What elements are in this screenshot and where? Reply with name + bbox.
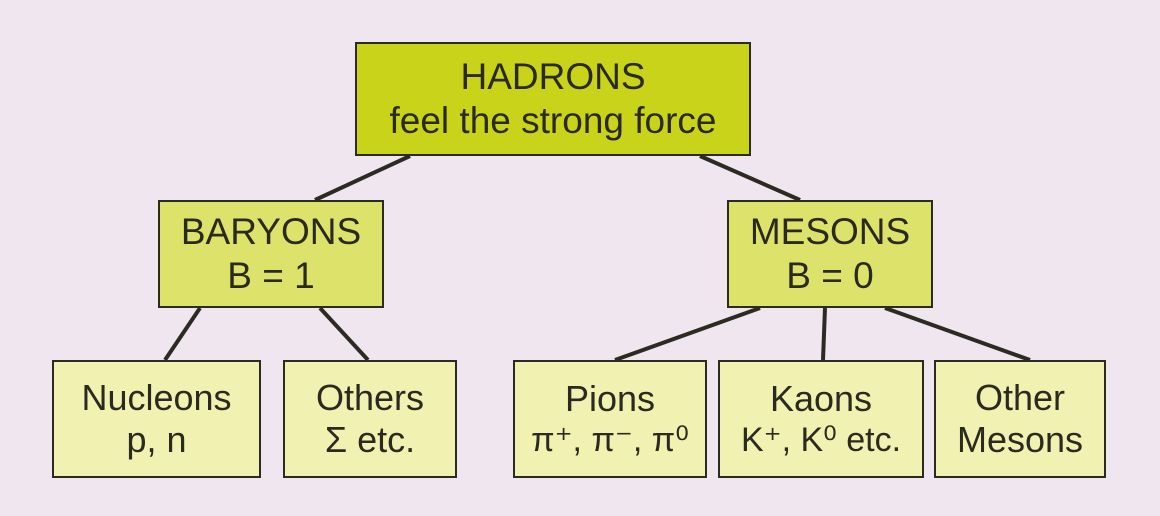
kaons-node: Kaons K⁺, K⁰ etc. — [718, 360, 924, 478]
nucleons-node: Nucleons p, n — [52, 360, 261, 478]
nucleons-title: Nucleons — [81, 376, 232, 418]
mesons-node: MESONS B = 0 — [727, 200, 933, 308]
pions-subtitle: π⁺, π⁻, π⁰ — [531, 421, 689, 460]
edge-hadrons-mesons — [699, 154, 801, 202]
hadrons-subtitle: feel the strong force — [389, 100, 717, 141]
edge-mesons-kaons — [821, 307, 827, 361]
others-title: Others — [315, 376, 425, 418]
nucleons-subtitle: p, n — [126, 419, 187, 460]
others-subtitle: Σ etc. — [324, 419, 416, 460]
edge-mesons-pions — [614, 306, 761, 362]
pions-title: Pions — [564, 377, 656, 419]
pions-node: Pions π⁺, π⁻, π⁰ — [513, 360, 707, 478]
kaons-title: Kaons — [769, 377, 873, 419]
mesons-subtitle: B = 0 — [786, 255, 874, 296]
other-mesons-title: Other — [974, 376, 1066, 418]
edge-mesons-other-mesons — [884, 306, 1031, 362]
baryons-title: BARYONS — [180, 211, 362, 253]
hadrons-node: HADRONS feel the strong force — [355, 42, 751, 156]
others-node: Others Σ etc. — [283, 360, 457, 478]
kaons-subtitle: K⁺, K⁰ etc. — [740, 421, 902, 460]
edge-baryons-others — [318, 306, 370, 362]
baryons-subtitle: B = 1 — [227, 255, 315, 296]
hadron-classification-diagram: HADRONS feel the strong force BARYONS B … — [0, 0, 1160, 516]
hadrons-title: HADRONS — [460, 56, 646, 98]
mesons-title: MESONS — [749, 211, 911, 253]
edge-baryons-nucleons — [163, 306, 202, 362]
baryons-node: BARYONS B = 1 — [158, 200, 384, 308]
other-mesons-subtitle: Mesons — [956, 419, 1084, 460]
edge-hadrons-baryons — [314, 154, 411, 202]
other-mesons-node: Other Mesons — [934, 360, 1106, 478]
